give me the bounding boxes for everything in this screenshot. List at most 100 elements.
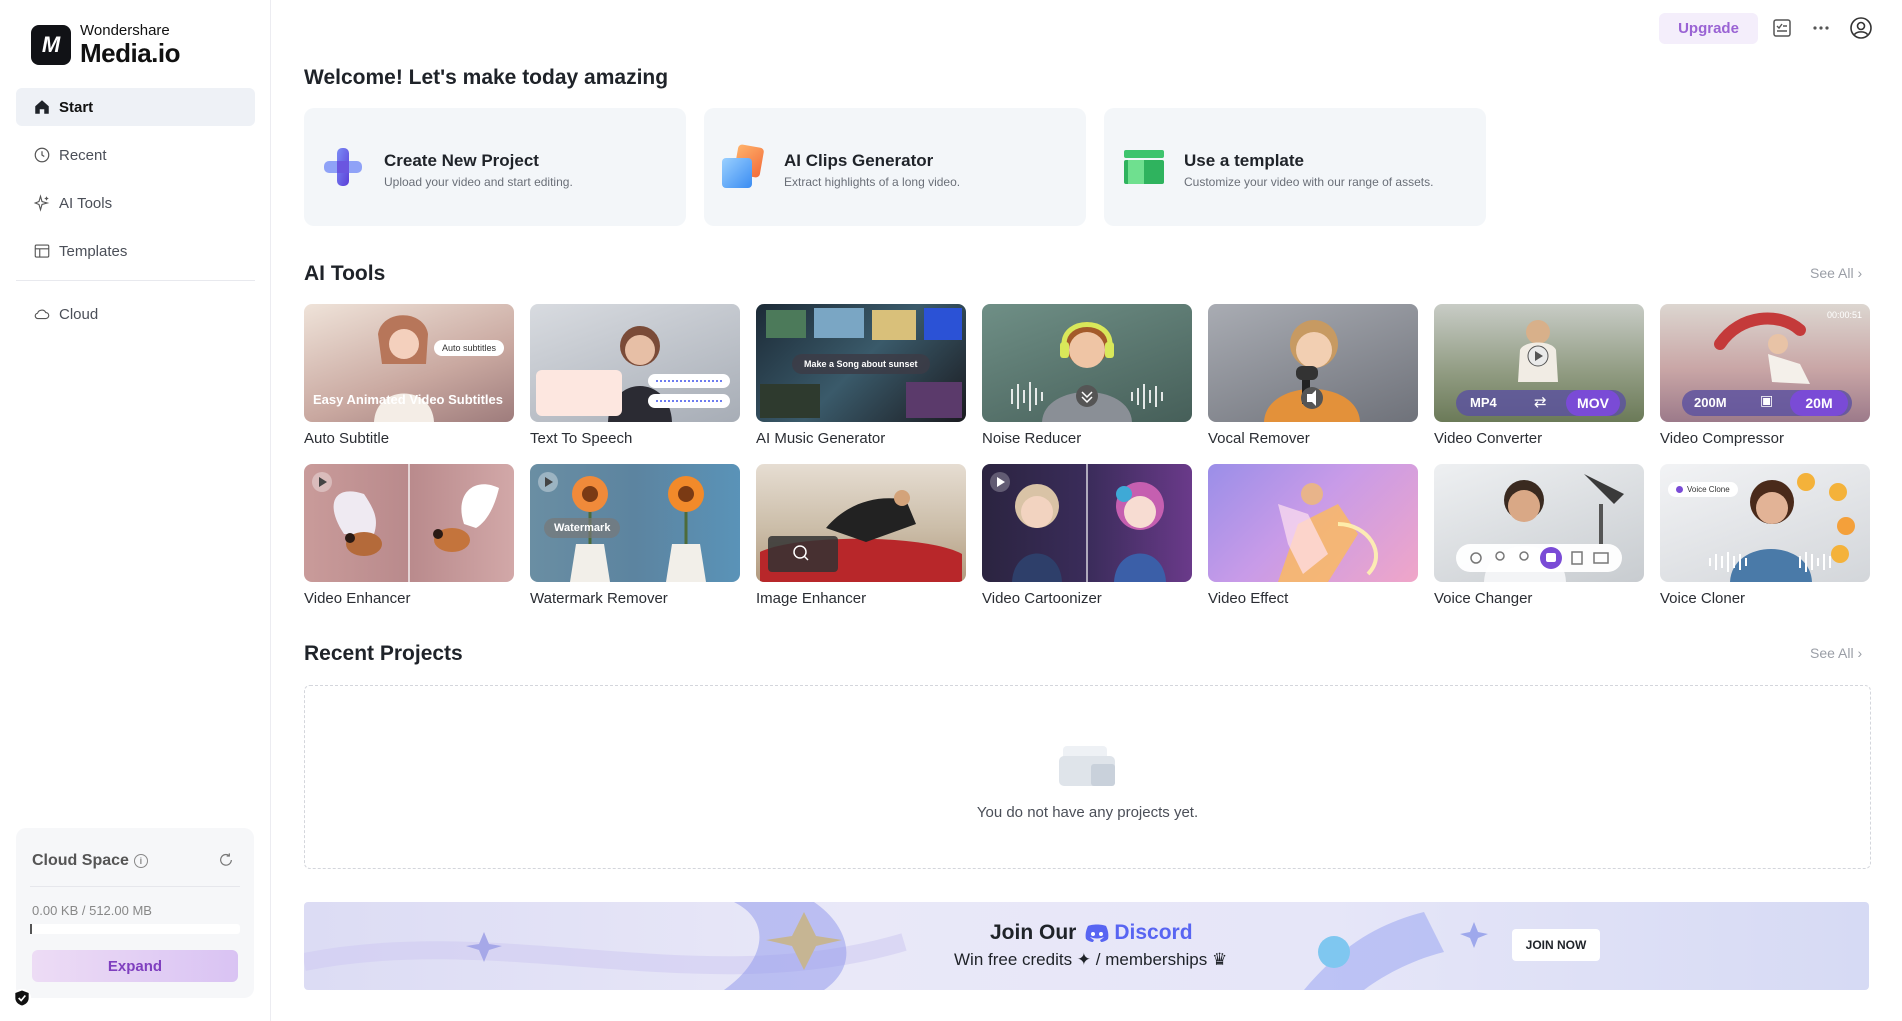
compress-from-size: 200M	[1694, 395, 1727, 410]
girls-illustration	[990, 464, 1166, 582]
sidebar-item-label: Recent	[59, 146, 107, 164]
banner-subtitle: Win free credits ✦ / memberships ♛	[954, 950, 1228, 969]
logo-mark-icon: M	[31, 24, 71, 65]
sidebar: M Wondershare Media.io Start Recent AI T…	[0, 0, 271, 1021]
tool-video-effect[interactable]: Video Effect	[1208, 464, 1418, 607]
ai-tools-heading: AI Tools	[304, 262, 386, 285]
info-icon[interactable]: i	[133, 854, 148, 868]
tool-thumbnail	[1208, 464, 1418, 582]
sidebar-item-cloud[interactable]: Cloud	[16, 295, 255, 333]
compress-to-size: 20M	[1790, 390, 1848, 416]
tool-label: Watermark Remover	[530, 590, 668, 607]
tool-video-converter[interactable]: MP4 ⇄ MOV Video Converter	[1434, 304, 1644, 447]
cloud-usage-bar	[30, 924, 240, 934]
tool-noise-reducer[interactable]: Noise Reducer	[982, 304, 1192, 447]
convert-to-format: MOV	[1566, 390, 1620, 416]
action-title: Use a template	[1184, 151, 1304, 170]
bird-illustration	[312, 464, 499, 582]
tool-thumbnail	[1208, 304, 1418, 422]
template-icon	[34, 244, 50, 258]
app-logo[interactable]: M Wondershare Media.io	[31, 22, 181, 68]
discord-banner[interactable]: Join Our Discord Win free credits ✦ / me…	[304, 902, 1869, 990]
tool-overlay-text: Easy Animated Video Subtitles	[313, 392, 503, 407]
tool-thumbnail: 00:00:51 200M ▣ 20M	[1660, 304, 1870, 422]
tool-label: Auto Subtitle	[304, 430, 390, 447]
cloud-space-title: Cloud Space i	[32, 852, 148, 870]
tool-label: Text To Speech	[530, 430, 633, 447]
tool-video-cartoonizer[interactable]: Video Cartoonizer	[982, 464, 1192, 607]
tool-label: Voice Cloner	[1660, 590, 1746, 607]
tool-thumbnail: Make a Song about sunset	[756, 304, 966, 422]
dancer-effect-illustration	[1278, 483, 1379, 582]
action-subtitle: Upload your video and start editing.	[384, 175, 573, 189]
tool-vocal-remover[interactable]: Vocal Remover	[1208, 304, 1418, 447]
recent-projects-heading: Recent Projects	[304, 642, 463, 665]
cloud-icon	[34, 309, 50, 320]
sidebar-item-start[interactable]: Start	[16, 88, 255, 126]
sidebar-item-recent[interactable]: Recent	[16, 136, 255, 174]
video-timecode: 00:00:51	[1826, 310, 1862, 320]
tasks-icon[interactable]	[1770, 16, 1794, 40]
tool-label: Noise Reducer	[982, 430, 1082, 447]
sidebar-item-label: Cloud	[59, 305, 99, 323]
cloud-divider	[30, 886, 240, 887]
banner-title: Join Our Discord	[990, 921, 1193, 945]
voice-clone-badge: Voice Clone	[1668, 482, 1738, 497]
tool-label: Image Enhancer	[756, 590, 867, 607]
cloud-space-panel: Cloud Space i 0.00 KB / 512.00 MB Expand	[16, 828, 254, 998]
tool-auto-subtitle[interactable]: Auto subtitles Easy Animated Video Subti…	[304, 304, 514, 447]
home-icon	[35, 100, 49, 114]
person-illustration	[1264, 320, 1360, 422]
ai-clips-generator-card[interactable]: AI Clips Generator Extract highlights of…	[704, 108, 1086, 226]
expand-button[interactable]: Expand	[32, 950, 238, 982]
sidebar-nav: Start Recent AI Tools Templates Cloud	[16, 88, 255, 343]
logo-product: Media.io	[80, 38, 181, 68]
tool-video-enhancer[interactable]: Video Enhancer	[304, 464, 514, 607]
use-template-card[interactable]: Use a template Customize your video with…	[1104, 108, 1486, 226]
shield-icon[interactable]	[12, 988, 32, 1008]
tool-voice-changer[interactable]: Voice Changer	[1434, 464, 1644, 607]
more-options-icon[interactable]	[1809, 16, 1833, 40]
discord-brand: Discord	[1084, 921, 1193, 945]
sidebar-item-ai-tools[interactable]: AI Tools	[16, 184, 255, 222]
tool-thumbnail	[982, 304, 1192, 422]
tool-thumbnail	[982, 464, 1192, 582]
tool-label: AI Music Generator	[756, 430, 886, 447]
welcome-heading: Welcome! Let's make today amazing	[304, 66, 669, 89]
tool-label: Vocal Remover	[1208, 430, 1310, 447]
clips-icon	[722, 144, 764, 188]
sidebar-divider	[16, 280, 255, 281]
ai-tools-see-all-link[interactable]: See All ›	[1810, 265, 1862, 281]
tool-label: Video Effect	[1208, 590, 1289, 607]
empty-state-text: You do not have any projects yet.	[976, 804, 1199, 821]
upgrade-button[interactable]: Upgrade	[1659, 13, 1758, 44]
logo-brand: Wondershare	[80, 22, 170, 39]
cloud-usage-fill	[30, 924, 32, 934]
tool-label: Voice Changer	[1434, 590, 1533, 607]
recent-projects-see-all-link[interactable]: See All ›	[1810, 645, 1862, 661]
tool-label: Video Converter	[1434, 430, 1543, 447]
banner-decoration	[304, 902, 1488, 990]
sidebar-item-templates[interactable]: Templates	[16, 232, 255, 270]
car-illustration	[760, 490, 962, 582]
recent-projects-empty-state: You do not have any projects yet.	[304, 685, 1871, 869]
tool-voice-cloner[interactable]: Voice Clone Voice Cloner	[1660, 464, 1870, 607]
tool-video-compressor[interactable]: 00:00:51 200M ▣ 20M Video Compressor	[1660, 304, 1870, 447]
auto-subtitles-badge: Auto subtitles	[434, 340, 505, 356]
user-avatar-icon[interactable]	[1849, 16, 1873, 40]
plus-icon	[324, 148, 362, 186]
man-illustration	[1456, 474, 1624, 582]
create-new-project-card[interactable]: Create New Project Upload your video and…	[304, 108, 686, 226]
convert-from-format: MP4	[1470, 395, 1497, 410]
tool-thumbnail: Watermark	[530, 464, 740, 582]
tool-label: Video Compressor	[1660, 430, 1784, 447]
join-now-button[interactable]: JOIN NOW	[1512, 929, 1600, 961]
tool-text-to-speech[interactable]: Text To Speech	[530, 304, 740, 447]
tool-ai-music-generator[interactable]: Make a Song about sunset AI Music Genera…	[756, 304, 966, 447]
tool-thumbnail	[1434, 464, 1644, 582]
action-subtitle: Extract highlights of a long video.	[784, 175, 961, 189]
sidebar-item-label: Start	[59, 98, 94, 116]
tool-image-enhancer[interactable]: Image Enhancer	[756, 464, 966, 607]
tool-watermark-remover[interactable]: Watermark Watermark Remover	[530, 464, 740, 607]
refresh-icon[interactable]	[218, 852, 234, 868]
